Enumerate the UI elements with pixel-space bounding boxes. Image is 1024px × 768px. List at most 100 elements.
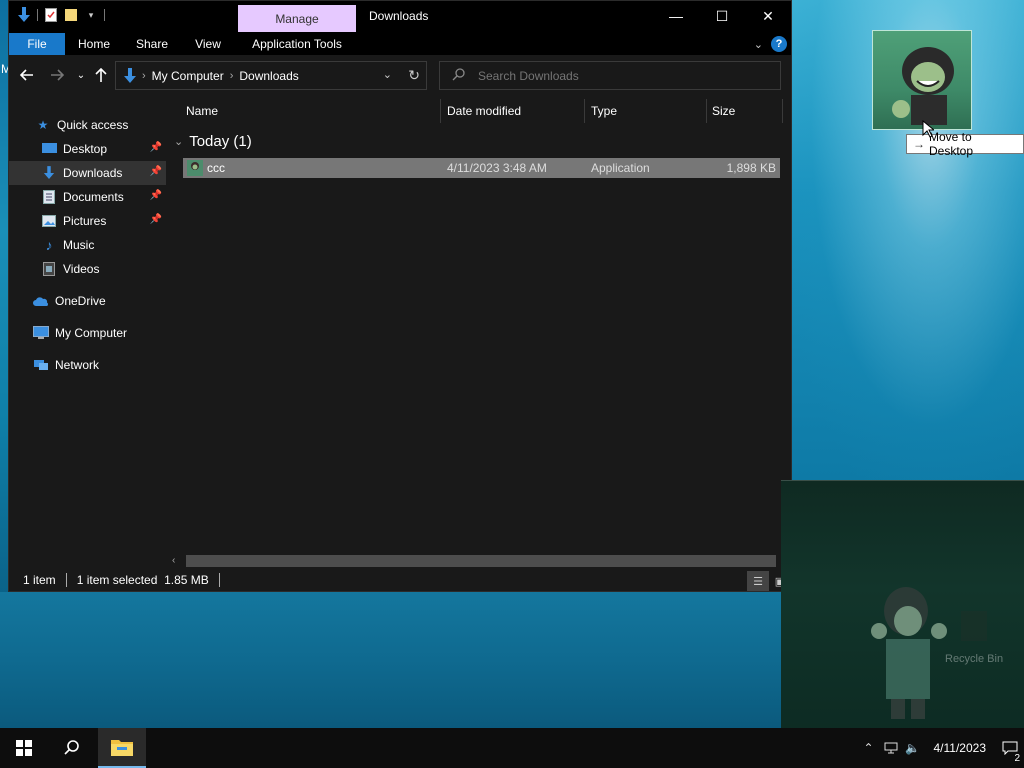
- ribbon-tabs: File Home Share View Application Tools ⌄…: [9, 33, 791, 55]
- new-folder-icon[interactable]: [64, 7, 78, 23]
- file-explorer-taskbar-button[interactable]: [98, 728, 146, 768]
- sidebar-item-desktop[interactable]: Desktop 📌: [9, 137, 166, 161]
- download-icon: [41, 165, 57, 181]
- column-header-date-modified[interactable]: Date modified: [447, 101, 521, 121]
- file-name: ccc: [207, 161, 225, 175]
- file-date-modified: 4/11/2023 3:48 AM: [447, 161, 547, 175]
- column-divider[interactable]: [782, 99, 783, 123]
- show-hidden-icons-chevron-icon[interactable]: ⌃: [858, 741, 880, 755]
- download-arrow-icon[interactable]: [17, 7, 31, 23]
- search-box[interactable]: [439, 61, 781, 90]
- tab-share[interactable]: Share: [131, 33, 173, 55]
- close-button[interactable]: ✕: [745, 1, 791, 31]
- sidebar-item-label: Pictures: [63, 214, 107, 228]
- documents-icon: [41, 189, 57, 205]
- ribbon-right-controls: ⌄ ?: [754, 36, 787, 52]
- system-tray: ⌃ 🔈 4/11/2023 2: [858, 728, 1024, 768]
- windows-logo-icon: [16, 740, 32, 756]
- search-input[interactable]: [478, 68, 758, 83]
- sidebar-item-network[interactable]: Network: [9, 353, 166, 377]
- collapse-chevron-icon[interactable]: ⌄: [174, 135, 183, 148]
- column-header-type[interactable]: Type: [591, 101, 617, 121]
- forward-arrow-icon[interactable]: [47, 65, 67, 85]
- action-center-button[interactable]: 2: [996, 741, 1024, 764]
- sidebar-item-pictures[interactable]: Pictures 📌: [9, 209, 166, 233]
- refresh-icon[interactable]: ↻: [408, 67, 420, 84]
- window-title: Downloads: [369, 9, 429, 23]
- customize-qat-chevron-icon[interactable]: ▾: [84, 7, 98, 23]
- column-header-size[interactable]: Size: [712, 101, 735, 121]
- column-divider[interactable]: [440, 99, 441, 123]
- desktop-icon: [41, 141, 57, 157]
- group-label: Today (1): [189, 133, 252, 150]
- search-button[interactable]: [48, 728, 96, 768]
- horizontal-scrollbar[interactable]: ‹: [166, 553, 784, 569]
- title-bar[interactable]: ▾ Manage Downloads — ☐ ✕: [9, 1, 791, 33]
- start-button[interactable]: [0, 728, 48, 768]
- sidebar-item-label: Videos: [63, 262, 100, 276]
- sidebar-item-documents[interactable]: Documents 📌: [9, 185, 166, 209]
- recent-locations-chevron-icon[interactable]: ⌄: [71, 65, 91, 85]
- item-count: 1 item: [23, 573, 56, 587]
- sidebar-item-downloads[interactable]: Downloads 📌: [9, 161, 166, 185]
- up-arrow-icon[interactable]: [91, 65, 111, 85]
- tab-view[interactable]: View: [189, 33, 227, 55]
- scrollbar-thumb[interactable]: [186, 555, 776, 567]
- pin-icon[interactable]: 📌: [150, 214, 162, 225]
- notification-count: 2: [1012, 753, 1022, 764]
- file-type: Application: [591, 161, 650, 175]
- sidebar-item-videos[interactable]: Videos: [9, 257, 166, 281]
- tab-file[interactable]: File: [9, 33, 65, 55]
- scroll-left-arrow-icon[interactable]: ‹: [172, 555, 175, 566]
- sidebar-item-my-computer[interactable]: My Computer: [9, 321, 166, 345]
- help-icon[interactable]: ?: [771, 36, 787, 52]
- taskbar: ⌃ 🔈 4/11/2023 2: [0, 728, 1024, 768]
- drag-thumbnail: [872, 30, 972, 130]
- sidebar-item-label: Music: [63, 238, 95, 252]
- sidebar-item-onedrive[interactable]: OneDrive: [9, 289, 166, 313]
- sidebar-item-quick-access[interactable]: ★ Quick access: [9, 113, 166, 137]
- expand-ribbon-chevron-icon[interactable]: ⌄: [754, 38, 763, 51]
- sidebar-item-label: My Computer: [55, 326, 128, 340]
- tab-manage[interactable]: Manage: [238, 5, 356, 32]
- tab-home[interactable]: Home: [73, 33, 115, 55]
- drag-tooltip-text: Move to Desktop: [929, 130, 974, 158]
- mouse-cursor-icon: [922, 119, 936, 141]
- pin-icon[interactable]: 📌: [150, 190, 162, 201]
- music-icon: ♪: [45, 237, 53, 253]
- breadcrumb-my-computer[interactable]: My Computer: [152, 69, 224, 83]
- qat-separator: [104, 9, 105, 21]
- breadcrumb-chevron-icon[interactable]: ›: [142, 70, 146, 82]
- address-bar[interactable]: › My Computer › Downloads ⌄ ↻: [115, 61, 427, 90]
- details-view-icon[interactable]: ☰: [747, 571, 769, 591]
- search-icon: [452, 67, 468, 84]
- tab-application-tools[interactable]: Application Tools: [245, 33, 349, 55]
- pin-icon[interactable]: 📌: [150, 142, 162, 153]
- properties-icon[interactable]: [44, 7, 58, 23]
- onedrive-icon: [33, 293, 49, 309]
- status-separator: [65, 573, 67, 587]
- table-row[interactable]: ccc 4/11/2023 3:48 AM Application 1,898 …: [183, 158, 780, 178]
- quick-access-toolbar: ▾: [17, 7, 105, 23]
- network-tray-icon[interactable]: [880, 742, 902, 754]
- sidebar-item-music[interactable]: ♪ Music: [9, 233, 166, 257]
- taskbar-clock[interactable]: 4/11/2023: [934, 741, 987, 755]
- computer-icon: [33, 325, 49, 341]
- breadcrumb-downloads[interactable]: Downloads: [239, 69, 298, 83]
- selection-info: 1 item selected 1.85 MB: [76, 573, 209, 587]
- group-header[interactable]: ⌄ Today (1): [174, 133, 252, 150]
- minimize-button[interactable]: —: [653, 1, 699, 31]
- volume-icon[interactable]: 🔈: [902, 741, 924, 755]
- videos-icon: [41, 261, 57, 277]
- star-icon: ★: [37, 118, 49, 132]
- file-explorer-window: ▾ Manage Downloads — ☐ ✕ File Home Share…: [8, 0, 792, 592]
- back-arrow-icon[interactable]: [17, 65, 37, 85]
- column-divider[interactable]: [584, 99, 585, 123]
- pictures-icon: [41, 213, 57, 229]
- maximize-button[interactable]: ☐: [699, 1, 745, 31]
- pin-icon[interactable]: 📌: [150, 166, 162, 177]
- address-dropdown-chevron-icon[interactable]: ⌄: [383, 68, 392, 81]
- column-divider[interactable]: [706, 99, 707, 123]
- column-header-name[interactable]: Name: [186, 101, 218, 121]
- breadcrumb-chevron-icon[interactable]: ›: [230, 70, 234, 82]
